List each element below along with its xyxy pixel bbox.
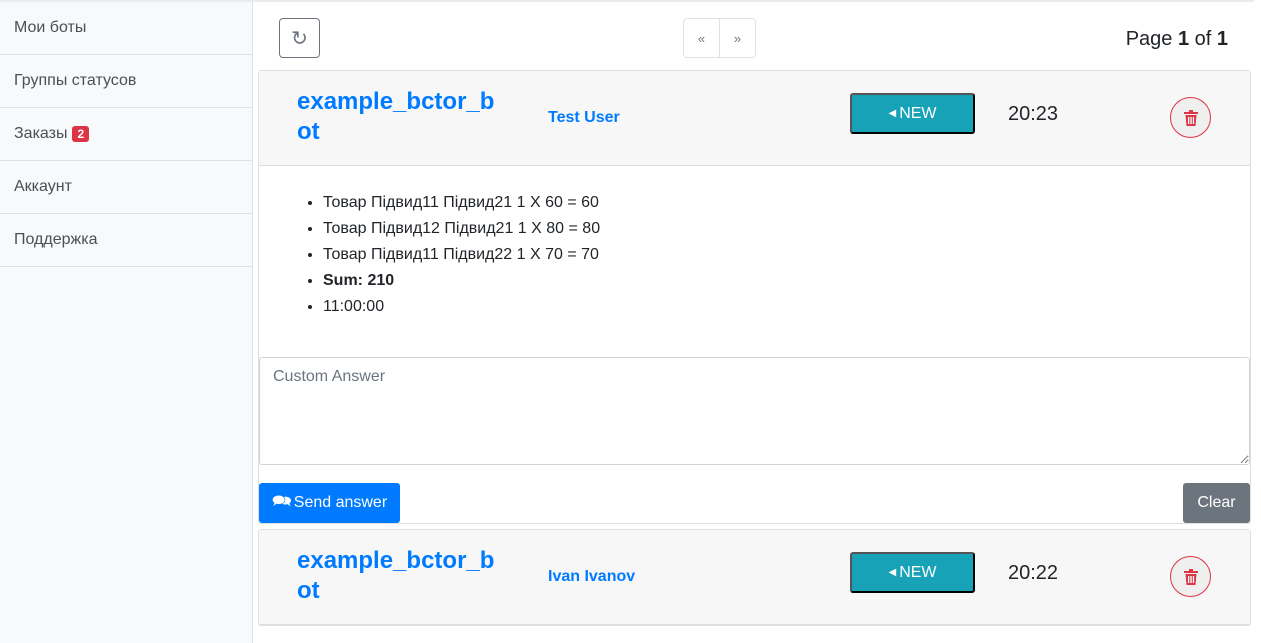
sidebar-item-my-bots[interactable]: Мои боты [0, 2, 252, 55]
sidebar-item-account[interactable]: Аккаунт [0, 161, 252, 214]
delivery-time: 11:00:00 [323, 294, 1250, 320]
custom-answer-input[interactable] [259, 357, 1250, 465]
bot-name[interactable]: example_bctor_bot [297, 87, 497, 147]
sidebar-item-label: Группы статусов [14, 72, 137, 89]
status-label: NEW [899, 563, 937, 581]
trash-icon [1183, 568, 1198, 585]
sidebar-item-support[interactable]: Поддержка [0, 214, 252, 267]
clear-button[interactable]: Clear [1183, 483, 1250, 523]
order-sum: Sum: 210 [323, 268, 1250, 294]
sidebar-item-label: Мои боты [14, 19, 87, 36]
delete-button[interactable] [1170, 97, 1211, 138]
sidebar-item-label: Заказы [14, 125, 68, 142]
status-label: NEW [899, 104, 937, 122]
order-header: example_bctor_bot Ivan Ivanov ◀ NEW 20:22 [259, 530, 1250, 625]
page-total: 1 [1216, 28, 1228, 50]
status-button[interactable]: ◀ NEW [850, 93, 975, 134]
status-button[interactable]: ◀ NEW [850, 552, 975, 593]
page-indicator: Page 1 of 1 [1126, 28, 1228, 51]
page-of: of [1189, 28, 1217, 50]
bot-name[interactable]: example_bctor_bot [297, 546, 497, 606]
prev-page-button[interactable]: « [684, 19, 720, 57]
caret-left-icon: ◀ [888, 108, 897, 119]
order-item: Товар Підвид11 Підвид21 1 X 60 = 60 [323, 190, 1250, 216]
sidebar-item-orders[interactable]: Заказы 2 [0, 108, 252, 161]
page-prefix: Page [1125, 28, 1178, 50]
refresh-icon: ↻ [291, 27, 308, 50]
orders-count-badge: 2 [72, 126, 90, 142]
order-details: Товар Підвид11 Підвид21 1 X 60 = 60 Това… [259, 166, 1250, 355]
pagination: « » [683, 18, 756, 58]
order-item: Товар Підвид12 Підвид21 1 X 80 = 80 [323, 216, 1250, 242]
trash-icon [1183, 109, 1198, 126]
sidebar: Мои боты Группы статусов Заказы 2 Аккаунт… [0, 2, 253, 643]
caret-left-icon: ◀ [888, 567, 897, 578]
order-card: example_bctor_bot Test User ◀NEW 20:23 Т… [258, 70, 1251, 524]
sidebar-item-label: Поддержка [14, 231, 98, 248]
send-answer-button[interactable]: 🗪 Send answer [259, 483, 400, 523]
delete-button[interactable] [1170, 556, 1211, 597]
comments-icon: 🗪 [271, 492, 292, 510]
refresh-button[interactable]: ↻ [279, 18, 320, 58]
order-header: example_bctor_bot Test User ◀ NEW 20:23 [259, 71, 1250, 166]
order-item: Товар Підвид11 Підвид22 1 X 70 = 70 [323, 242, 1250, 268]
order-card: example_bctor_bot Ivan Ivanov ◀ NEW 20:22 [258, 529, 1251, 626]
customer-name[interactable]: Test User [548, 109, 620, 127]
sidebar-item-status-groups[interactable]: Группы статусов [0, 55, 252, 108]
customer-name[interactable]: Ivan Ivanov [548, 568, 635, 586]
answer-actions: 🗪 Send answer Clear [259, 465, 1250, 523]
order-time: 20:22 [1008, 562, 1059, 584]
order-time: 20:23 [1008, 103, 1059, 125]
send-label: Send answer [293, 494, 388, 511]
sidebar-item-label: Аккаунт [14, 178, 72, 195]
page-current: 1 [1177, 28, 1190, 50]
next-page-button[interactable]: » [720, 19, 755, 57]
